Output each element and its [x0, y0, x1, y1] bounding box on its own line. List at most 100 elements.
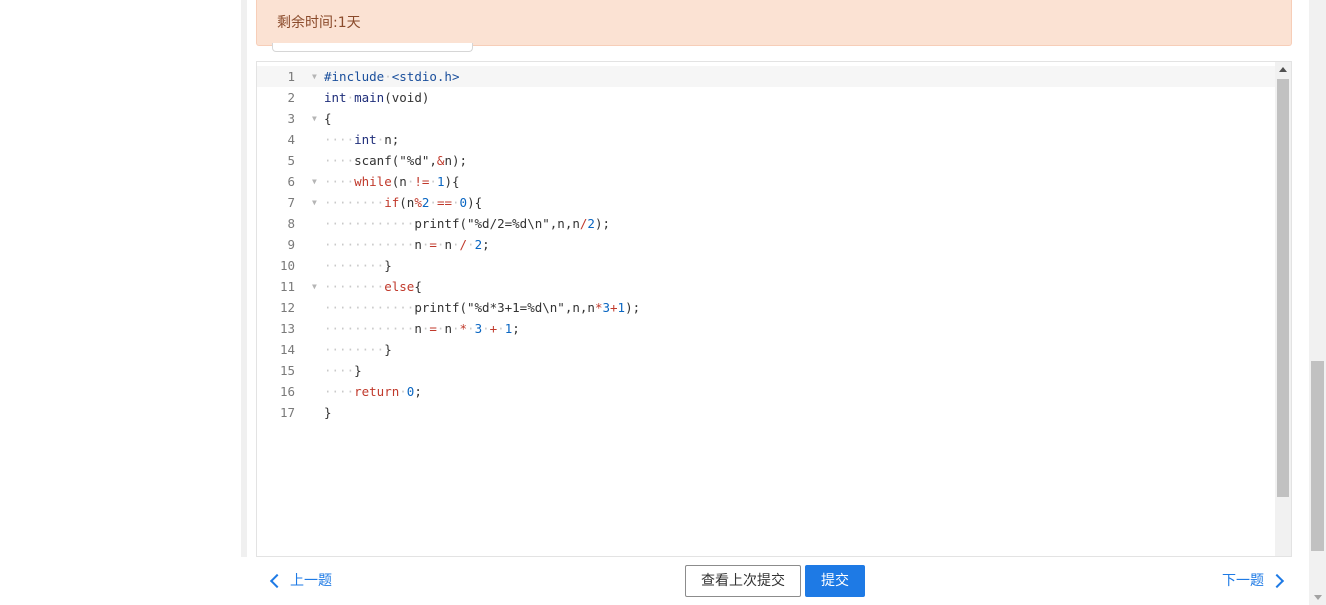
code-token: · [482, 321, 490, 336]
page-scrollbar-thumb[interactable] [1311, 361, 1324, 551]
line-number: 17 [279, 405, 295, 420]
code-token: (n [399, 195, 415, 210]
code-token: % [414, 195, 422, 210]
code-token: n); [444, 153, 468, 168]
line-number: 4 [287, 132, 295, 147]
code-token: ············ [324, 300, 415, 315]
code-token: ············ [324, 321, 415, 336]
code-editor[interactable]: 1 ▼ 2 3 ▼ 4 5 6 ▼ 7 ▼ 8 9 10 11 ▼ 12 13 14 15 16 17 #include·… [256, 61, 1292, 557]
code-line[interactable]: ····scanf("%d",&n); [324, 150, 640, 171]
code-token: } [324, 405, 332, 420]
code-token: 1 [617, 300, 626, 315]
code-token: { [324, 111, 332, 126]
code-token: int [324, 90, 347, 105]
code-line[interactable]: ····return·0; [324, 381, 640, 402]
line-number-row: 15 [257, 360, 323, 381]
fold-arrow-icon[interactable]: ▼ [312, 66, 317, 87]
line-number: 1 [287, 69, 295, 84]
code-token: ); [625, 300, 641, 315]
code-token: ···· [324, 153, 355, 168]
code-token: 2 [474, 237, 483, 252]
code-token: scanf("%d", [354, 153, 437, 168]
left-panel [0, 0, 241, 557]
code-line[interactable]: ····} [324, 360, 640, 381]
line-number: 14 [279, 342, 295, 357]
page-scrollbar[interactable] [1309, 0, 1326, 605]
code-line[interactable]: ········else{ [324, 276, 640, 297]
line-number: 15 [279, 363, 295, 378]
code-token: } [354, 363, 362, 378]
line-number: 2 [287, 90, 295, 105]
code-token: ········ [324, 342, 385, 357]
code-token: n [444, 237, 452, 252]
code-token: = [429, 237, 437, 252]
code-token: while [354, 174, 392, 189]
code-token: n [414, 237, 422, 252]
code-token: return [354, 384, 400, 399]
fold-arrow-icon[interactable]: ▼ [312, 276, 317, 297]
language-select[interactable] [272, 43, 473, 52]
code-line[interactable]: ············n·=·n·*·3·+·1; [324, 318, 640, 339]
next-question-link[interactable]: 下一题 [1222, 571, 1285, 591]
code-line[interactable]: ········if(n%2·==·0){ [324, 192, 640, 213]
editor-scrollbar[interactable] [1275, 62, 1291, 556]
code-line[interactable]: ····int·n; [324, 129, 640, 150]
code-token: printf("%d/2=%d\n",n,n [414, 216, 580, 231]
line-number: 5 [287, 153, 295, 168]
code-token: · [346, 90, 355, 105]
code-token: 3 [602, 300, 610, 315]
code-line[interactable]: } [324, 402, 640, 423]
code-line[interactable]: { [324, 108, 640, 129]
scroll-down-arrow-icon[interactable] [1314, 595, 1322, 600]
code-token: = [429, 321, 437, 336]
code-token: if [384, 195, 400, 210]
code-line[interactable]: ············n·=·n·/·2; [324, 234, 640, 255]
code-token: * [459, 321, 468, 336]
line-number: 16 [279, 384, 295, 399]
code-line[interactable]: ········} [324, 339, 640, 360]
code-line[interactable]: ············printf("%d/2=%d\n",n,n/2); [324, 213, 640, 234]
line-number: 12 [279, 300, 295, 315]
code-token: n [444, 321, 452, 336]
code-token: #include [324, 69, 385, 84]
code-content[interactable]: #include·<stdio.h> int·main(void){····int… [324, 66, 640, 423]
code-token: } [384, 258, 392, 273]
code-line[interactable]: ············printf("%d*3+1=%d\n",n,n*3+1… [324, 297, 640, 318]
code-token: · [384, 69, 392, 84]
prev-question-link[interactable]: 上一题 [268, 571, 332, 591]
line-number-row: 10 [257, 255, 323, 276]
code-token: ········ [324, 279, 385, 294]
view-last-submission-button[interactable]: 查看上次提交 [685, 565, 801, 597]
code-token: int [354, 132, 377, 147]
code-token: + [610, 300, 618, 315]
scroll-up-arrow-icon[interactable] [1279, 67, 1287, 72]
line-number: 8 [287, 216, 295, 231]
chevron-left-icon [269, 573, 285, 589]
code-token: ············ [324, 216, 415, 231]
line-number-row: 1 ▼ [257, 66, 323, 87]
footer-bar: 上一题 查看上次提交 提交 下一题 [0, 557, 1309, 605]
code-token: != [414, 174, 430, 189]
fold-arrow-icon[interactable]: ▼ [312, 171, 317, 192]
line-number: 7 [287, 195, 295, 210]
fold-arrow-icon[interactable]: ▼ [312, 108, 317, 129]
fold-arrow-icon[interactable]: ▼ [312, 192, 317, 213]
code-line[interactable]: int·main(void) [324, 87, 640, 108]
editor-scrollbar-thumb[interactable] [1277, 79, 1289, 497]
code-token: · [452, 195, 460, 210]
line-number-row: 8 [257, 213, 323, 234]
code-token: { [414, 279, 422, 294]
code-line[interactable]: #include·<stdio.h> [324, 66, 640, 87]
code-token: ···· [324, 384, 355, 399]
code-token: ········ [324, 195, 385, 210]
code-token: · [429, 195, 437, 210]
code-token: ············ [324, 237, 415, 252]
line-number-row: 9 [257, 234, 323, 255]
code-token: · [429, 174, 437, 189]
code-token: ){ [444, 174, 460, 189]
submit-button[interactable]: 提交 [805, 565, 865, 597]
code-line[interactable]: ····while(n·!=·1){ [324, 171, 640, 192]
code-line[interactable]: ········} [324, 255, 640, 276]
code-token: ; [482, 237, 490, 252]
code-token: (n [391, 174, 407, 189]
